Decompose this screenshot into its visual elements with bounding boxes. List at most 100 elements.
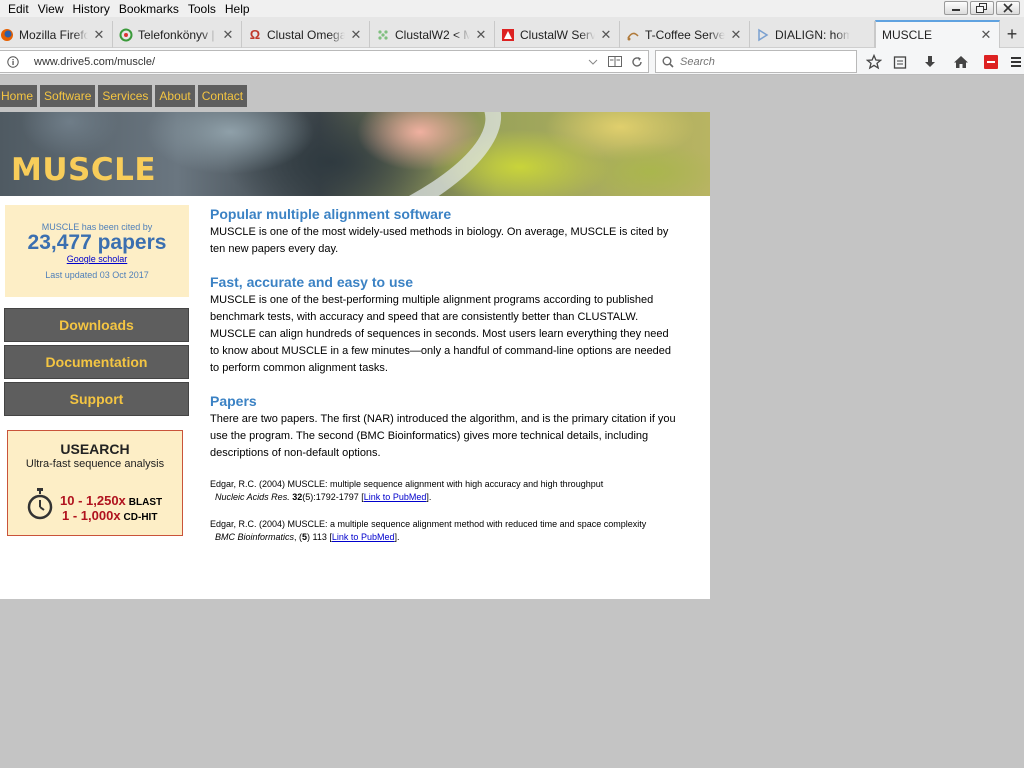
search-box[interactable] (655, 50, 857, 73)
site-nav-about[interactable]: About (155, 85, 195, 107)
tab-muscle[interactable]: MUSCLE ✕ (875, 20, 1000, 48)
tab-close-icon[interactable]: ✕ (599, 27, 613, 42)
tab-close-icon[interactable]: ✕ (92, 27, 106, 42)
menu-bar: Edit View History Bookmarks Tools Help (0, 0, 1024, 17)
menu-tools[interactable]: Tools (183, 2, 220, 16)
close-icon (1003, 3, 1013, 13)
usearch-blast-row: 10 - 1,250x BLAST (60, 493, 162, 508)
tcoffee-icon (626, 28, 640, 42)
window-controls (944, 1, 1020, 15)
site-nav-services[interactable]: Services (98, 85, 153, 107)
close-window-button[interactable] (996, 1, 1020, 15)
bookmark-star-button[interactable] (862, 51, 886, 72)
section-heading: Papers (210, 393, 257, 409)
reload-icon[interactable] (626, 51, 648, 72)
reference-citation: Edgar, R.C. (2004) MUSCLE: a multiple se… (210, 519, 647, 529)
reader-view-icon[interactable] (604, 51, 626, 72)
banner-image: MUSCLE (0, 112, 710, 196)
url-bar[interactable]: www.drive5.com/muscle/ (0, 50, 649, 73)
tab-close-icon[interactable]: ✕ (349, 27, 363, 42)
tab-clustalw2[interactable]: ClustalW2 < Mult ✕ (370, 21, 495, 48)
documentation-button[interactable]: Documentation (4, 345, 189, 379)
reference-item: Edgar, R.C. (2004) MUSCLE: multiple sequ… (210, 478, 680, 504)
tab-tcoffee-server[interactable]: T-Coffee Server ✕ (620, 21, 750, 48)
phonebook-icon (119, 28, 133, 42)
tab-title: MUSCLE (882, 28, 933, 42)
reference-pages: (5):1792-1797 (302, 492, 359, 502)
support-button[interactable]: Support (4, 382, 189, 416)
minimize-button[interactable] (944, 1, 968, 15)
menu-history[interactable]: History (67, 2, 113, 16)
tab-close-icon[interactable]: ✕ (729, 27, 743, 42)
tab-mozilla-firefox[interactable]: Mozilla Firefox Sta ✕ (0, 21, 113, 48)
usearch-subtitle: Ultra-fast sequence analysis (25, 458, 165, 470)
google-scholar-link[interactable]: Google scholar (5, 254, 189, 264)
menu-button[interactable] (1008, 51, 1024, 72)
usearch-cdhit-row: 1 - 1,000x CD-HIT (62, 508, 157, 523)
firefox-icon (0, 28, 14, 42)
tab-title: ClustalW2 < Mult (395, 27, 470, 42)
downloads-button[interactable]: Downloads (4, 308, 189, 342)
banner-decoration (135, 112, 525, 196)
tab-title: Telefonkönyv | Se (138, 27, 217, 42)
tab-bar: Mozilla Firefox Sta ✕ Telefonkönyv | Se … (0, 17, 1024, 48)
main-column: Popular multiple alignment software MUSC… (210, 206, 680, 544)
pubmed-link[interactable]: Link to PubMed (364, 492, 427, 502)
restore-icon (976, 3, 987, 13)
site-nav-home[interactable]: Home (0, 85, 38, 107)
tab-title: ClustalW Server (520, 27, 595, 42)
star-icon (866, 53, 882, 69)
tab-telefonkonyv[interactable]: Telefonkönyv | Se ✕ (113, 21, 242, 48)
reference-citation: Edgar, R.C. (2004) MUSCLE: multiple sequ… (210, 479, 604, 489)
section-body: MUSCLE is one of the best-performing mul… (210, 294, 672, 374)
pubmed-link[interactable]: Link to PubMed (332, 532, 395, 542)
url-text[interactable]: www.drive5.com/muscle/ (34, 56, 582, 68)
usearch-cdhit-speed: 1 - 1,000x (62, 508, 121, 523)
search-input[interactable] (680, 55, 840, 68)
usearch-blast-label: BLAST (128, 497, 163, 508)
reference-source: Nucleic Acids Res. 32(5):1792-1797 [Link… (215, 492, 432, 502)
reference-item: Edgar, R.C. (2004) MUSCLE: a multiple se… (210, 518, 680, 544)
reading-list-button[interactable] (888, 51, 912, 72)
menu-help[interactable]: Help (220, 2, 254, 16)
menu-edit[interactable]: Edit (0, 2, 33, 16)
downloads-button[interactable] (918, 51, 942, 72)
tab-title: DIALIGN: home (775, 27, 850, 42)
usearch-title: USEARCH (60, 441, 130, 457)
site-navigation: Home Software Services About Contact (0, 85, 248, 107)
reference-volume: 5 (302, 532, 308, 542)
home-icon (954, 55, 968, 68)
tab-close-icon[interactable]: ✕ (979, 27, 993, 42)
menu-bookmarks[interactable]: Bookmarks (114, 2, 183, 16)
navigation-bar: www.drive5.com/muscle/ (0, 48, 1024, 75)
minimize-icon (952, 9, 960, 11)
info-icon[interactable] (6, 55, 20, 68)
tab-title: Mozilla Firefox Sta (19, 27, 88, 42)
site-nav-contact[interactable]: Contact (197, 85, 248, 107)
citation-updated: Last updated 03 Oct 2017 (45, 270, 149, 280)
extension-button[interactable] (979, 51, 1003, 72)
new-tab-button[interactable]: + (1002, 23, 1022, 45)
restore-button[interactable] (970, 1, 994, 15)
clipboard-icon (893, 55, 907, 69)
tab-clustalw-server[interactable]: ClustalW Server ✕ (495, 21, 620, 48)
clustalw-server-icon (501, 28, 515, 42)
tab-close-icon[interactable]: ✕ (221, 27, 235, 42)
reference-journal: BMC Bioinformatics (215, 532, 295, 542)
usearch-cdhit-label: CD-HIT (123, 512, 158, 523)
home-button[interactable] (949, 51, 973, 72)
dropdown-arrow-icon[interactable] (582, 51, 604, 72)
site-nav-software[interactable]: Software (40, 85, 96, 107)
reference-source: BMC Bioinformatics, (5) 113 [Link to Pub… (215, 532, 400, 542)
stopwatch-icon (27, 488, 53, 520)
usearch-ad[interactable]: USEARCH Ultra-fast sequence analysis 10 … (7, 430, 183, 536)
tab-close-icon[interactable]: ✕ (474, 27, 488, 42)
tab-clustal-omega[interactable]: Ω Clustal Omega, C ✕ (242, 21, 370, 48)
tab-dialign[interactable]: DIALIGN: home (750, 21, 875, 48)
tab-close-icon[interactable] (854, 28, 868, 42)
extension-icon (984, 54, 998, 69)
banner-title: MUSCLE (11, 152, 157, 188)
menu-view[interactable]: View (33, 2, 68, 16)
usearch-blast-speed: 10 - 1,250x (60, 493, 126, 508)
section-heading: Popular multiple alignment software (210, 206, 452, 222)
